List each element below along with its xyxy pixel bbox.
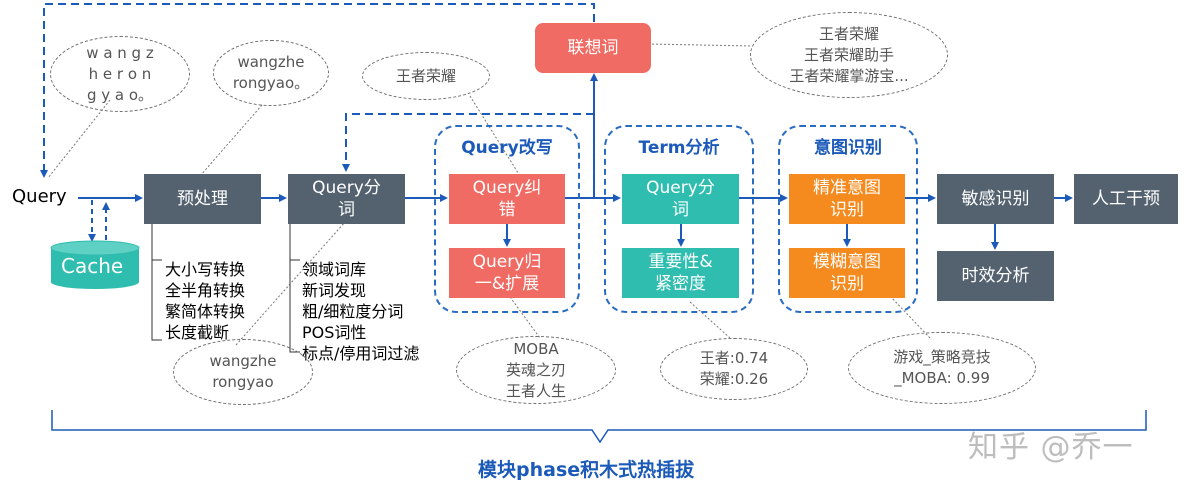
node-association: 联想词: [535, 23, 651, 73]
bubble-moba-examples: MOBA 英魂之刃 王者人生: [456, 336, 616, 404]
preprocess-steps-list: 大小写转换 全半角转换 繁简体转换 长度截断: [165, 260, 246, 342]
group-query-rewrite-title: Query改写: [461, 138, 553, 158]
input-query-label: Query: [12, 186, 67, 207]
cache-label: Cache: [61, 254, 124, 278]
bubble-wangzhe-rongyao-dot: wangzhe rongyao。: [213, 40, 329, 106]
bubble-association-examples: 王者荣耀 王者荣耀助手 王者荣耀掌游宝...: [750, 12, 948, 98]
segment-steps-list: 领域词库 新词发现 粗/细粒度分词 POS词性 标点/停用词过滤: [302, 260, 420, 363]
node-fuzzy-intent: 模糊意图 识别: [789, 248, 905, 298]
bracket-preprocess-list: [151, 222, 162, 341]
bracket-segment-list: [289, 222, 300, 353]
footer-caption: 模块phase积木式热插拔: [478, 459, 695, 481]
node-timeliness: 时效分析: [937, 251, 1054, 301]
bubble-raw-query: w a n g z h e r o n g y a o。: [50, 36, 190, 112]
node-precise-intent: 精准意图 识别: [789, 174, 905, 224]
node-preprocess: 预处理: [144, 174, 261, 224]
node-query-segment: Query分 词: [288, 174, 405, 224]
bubble-intent-result: 游戏_策略竞技 _MOBA: 0.99: [848, 332, 1036, 404]
node-importance: 重要性& 紧密度: [622, 248, 739, 298]
node-term-segment: Query分 词: [622, 174, 739, 224]
bubble-wangzhe-rongyao: wangzhe rongyao: [173, 339, 313, 405]
group-intent-title: 意图识别: [814, 138, 882, 158]
node-manual: 人工干预: [1074, 174, 1178, 224]
watermark: 知乎 @乔一: [968, 430, 1134, 465]
bubble-wangzhe-cn: 王者荣耀: [362, 52, 490, 100]
node-query-normalize: Query归 一&扩展: [449, 248, 565, 298]
bubble-term-weights: 王者:0.74 荣耀:0.26: [660, 338, 808, 400]
group-term-analysis-title: Term分析: [638, 138, 720, 158]
leader-raw: [47, 99, 111, 179]
node-query-correct: Query纠 错: [449, 174, 565, 224]
node-sensitive: 敏感识别: [937, 174, 1054, 224]
leader-wangzhe-dot: [199, 104, 263, 177]
leader-association: [647, 43, 753, 47]
